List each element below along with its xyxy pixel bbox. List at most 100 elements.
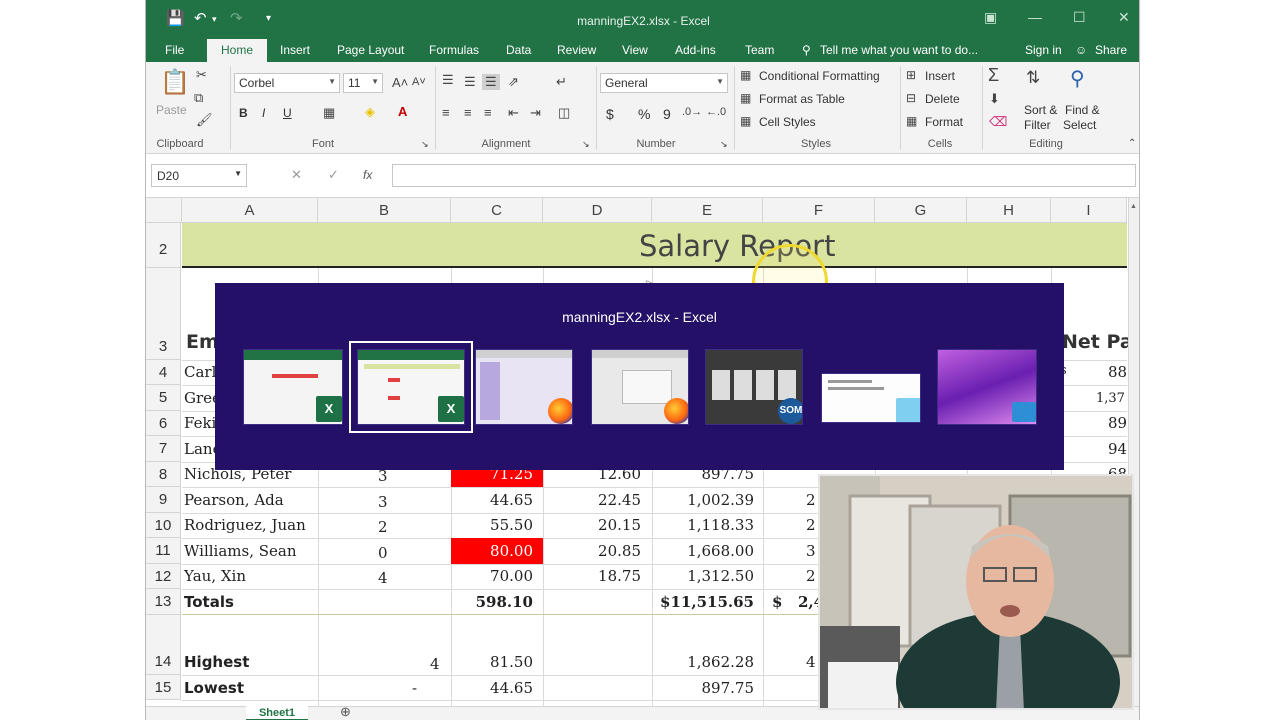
cell-employee[interactable]: Pearson, Ada [184, 491, 284, 509]
totals-label[interactable]: Totals [184, 593, 234, 611]
row-header[interactable]: 5 [146, 385, 181, 411]
cell-total[interactable]: 11,515.65 [652, 593, 754, 611]
row-header[interactable]: 10 [146, 513, 181, 538]
bold-button[interactable]: B [239, 106, 248, 120]
top-align-icon[interactable]: ☰ [442, 72, 454, 88]
autosum-icon[interactable]: Σ [988, 65, 999, 86]
cell-value[interactable]: - [412, 679, 417, 697]
switcher-window-firefox[interactable] [475, 349, 573, 425]
minimize-icon[interactable]: — [1028, 9, 1042, 25]
accounting-format-button[interactable]: $ [606, 106, 614, 122]
cell-net-pay[interactable]: 94 [1108, 440, 1127, 458]
highest-label[interactable]: Highest [184, 653, 249, 671]
paste-button[interactable]: Paste [156, 103, 187, 117]
cell-value[interactable]: 80.00 [451, 542, 533, 560]
percent-style-button[interactable]: % [638, 106, 650, 122]
format-cells-button[interactable]: Format [925, 115, 963, 129]
cell-value[interactable]: 4 [806, 653, 816, 671]
decrease-font-icon[interactable]: A˅ [412, 76, 426, 88]
decrease-decimal-icon[interactable]: ←.0 [706, 106, 726, 118]
sheet-tab[interactable]: Sheet1 [246, 704, 308, 720]
cancel-icon[interactable]: ✕ [291, 167, 302, 183]
align-right-icon[interactable]: ≡ [484, 105, 492, 120]
orientation-icon[interactable]: ⇗ [508, 74, 519, 90]
cell-net-pay[interactable]: 1,37 [1096, 391, 1125, 406]
tab-home[interactable]: Home [207, 39, 268, 62]
cell-value[interactable]: 20.15 [543, 516, 641, 534]
font-color-icon[interactable]: A [398, 104, 407, 119]
column-header[interactable]: E [652, 198, 763, 223]
switcher-window-notepad[interactable] [821, 373, 921, 423]
tab-add-ins[interactable]: Add-ins [675, 43, 716, 57]
cell-value[interactable]: 22.45 [543, 491, 641, 509]
wrap-text-icon[interactable]: ↵ [556, 74, 567, 90]
fill-color-icon[interactable]: ◈ [365, 104, 375, 120]
cell-value[interactable]: 897.75 [652, 679, 755, 697]
cell-value[interactable]: 81.50 [451, 653, 533, 671]
column-header[interactable]: H [967, 198, 1051, 223]
copy-icon[interactable]: ⧉ [194, 90, 203, 106]
conditional-formatting-button[interactable]: Conditional Formatting [759, 69, 880, 83]
align-center-icon[interactable]: ≡ [464, 105, 472, 120]
row-header[interactable]: 11 [146, 538, 181, 564]
tab-review[interactable]: Review [557, 43, 596, 57]
row-header[interactable]: 9 [146, 487, 181, 513]
row-header[interactable]: 14 [146, 615, 181, 675]
format-painter-icon[interactable]: 🖌 [196, 112, 213, 128]
insert-cells-button[interactable]: Insert [925, 69, 955, 83]
tab-page-layout[interactable]: Page Layout [337, 43, 404, 57]
sort-filter-button[interactable]: Filter [1024, 118, 1051, 132]
enter-icon[interactable]: ✓ [328, 167, 339, 183]
row-header[interactable]: 4 [146, 360, 181, 385]
column-header[interactable]: A [182, 198, 318, 223]
column-header[interactable]: F [763, 198, 875, 223]
underline-button[interactable]: U [283, 106, 292, 120]
delete-cells-button[interactable]: Delete [925, 92, 960, 106]
sign-in-link[interactable]: Sign in [1025, 43, 1062, 57]
number-format-select[interactable]: General ▼ [600, 73, 728, 93]
column-header[interactable]: D [543, 198, 652, 223]
cell-value[interactable]: 18.75 [543, 567, 641, 585]
switcher-window-som[interactable]: SOM [705, 349, 803, 425]
scroll-up-icon[interactable]: ▲ [1130, 203, 1137, 210]
bottom-align-icon[interactable]: ☰ [482, 74, 500, 90]
row-header[interactable]: 7 [146, 436, 181, 462]
row-header[interactable]: 2 [146, 223, 181, 268]
increase-font-icon[interactable]: A˄ [392, 75, 408, 90]
new-sheet-icon[interactable]: ⊕ [340, 704, 351, 720]
cut-icon[interactable]: ✂ [196, 67, 207, 83]
dialog-launcher-icon[interactable]: ↘ [720, 139, 728, 150]
cell-value[interactable]: 2 [806, 491, 816, 509]
borders-icon[interactable]: ▦ [323, 105, 335, 121]
font-size-select[interactable]: 11 ▼ [343, 73, 383, 93]
middle-align-icon[interactable]: ☰ [464, 74, 476, 90]
tab-view[interactable]: View [622, 43, 648, 57]
tab-file[interactable]: File [165, 43, 184, 57]
lowest-label[interactable]: Lowest [184, 679, 244, 697]
column-header[interactable]: B [318, 198, 451, 223]
insert-function-button[interactable]: fx [363, 168, 372, 182]
cell-net-pay[interactable]: 88 [1108, 363, 1127, 381]
row-header[interactable]: 12 [146, 564, 181, 589]
switcher-window-excel-selected[interactable]: X [349, 341, 473, 433]
align-left-icon[interactable]: ≡ [442, 105, 450, 120]
cell-value[interactable]: 44.65 [451, 679, 533, 697]
dialog-launcher-icon[interactable]: ↘ [582, 139, 590, 150]
cell-value[interactable]: 1,118.33 [652, 516, 754, 534]
cell-employee[interactable]: Rodriguez, Juan [184, 516, 306, 534]
header-employee[interactable]: Em [186, 331, 219, 353]
cell-value[interactable]: 4 [378, 569, 388, 587]
collapse-ribbon-icon[interactable]: ⌃ [1128, 138, 1136, 149]
cell-value[interactable]: 2 [806, 516, 816, 534]
dialog-launcher-icon[interactable]: ↘ [421, 139, 429, 150]
tab-formulas[interactable]: Formulas [429, 43, 479, 57]
cell-value[interactable]: 1,002.39 [652, 491, 754, 509]
tab-team[interactable]: Team [745, 43, 774, 57]
switcher-window-photos[interactable] [937, 349, 1037, 425]
cell-value[interactable]: 70.00 [451, 567, 533, 585]
row-header[interactable]: 6 [146, 411, 181, 436]
switcher-window-firefox[interactable] [591, 349, 689, 425]
row-header[interactable]: 15 [146, 675, 181, 700]
font-name-select[interactable]: Corbel ▼ [234, 73, 340, 93]
merge-center-icon[interactable]: ◫ [558, 105, 570, 121]
